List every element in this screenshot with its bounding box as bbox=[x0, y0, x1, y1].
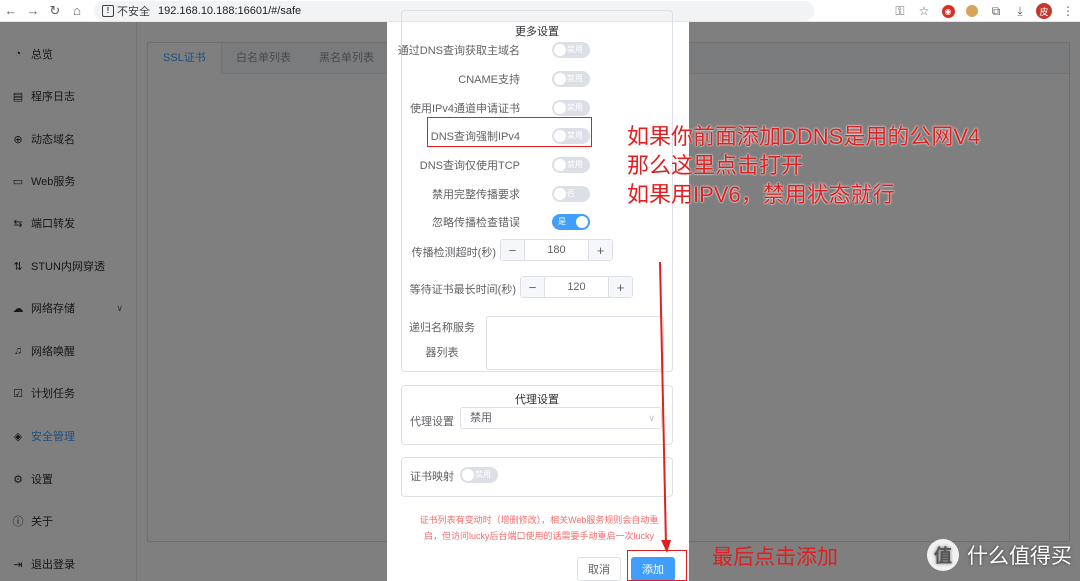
annotation-arrow bbox=[659, 261, 671, 553]
watermark: 值 什么值得买 bbox=[927, 539, 1072, 571]
watermark-text: 什么值得买 bbox=[967, 545, 1072, 568]
annotation-text: 如果你前面添加DDNS是用的公网V4 那么这里点击打开 如果用IPV6，禁用状态… bbox=[627, 124, 981, 207]
annotation-bottom-text: 最后点击添加 bbox=[712, 546, 838, 569]
watermark-logo-icon: 值 bbox=[927, 539, 959, 571]
